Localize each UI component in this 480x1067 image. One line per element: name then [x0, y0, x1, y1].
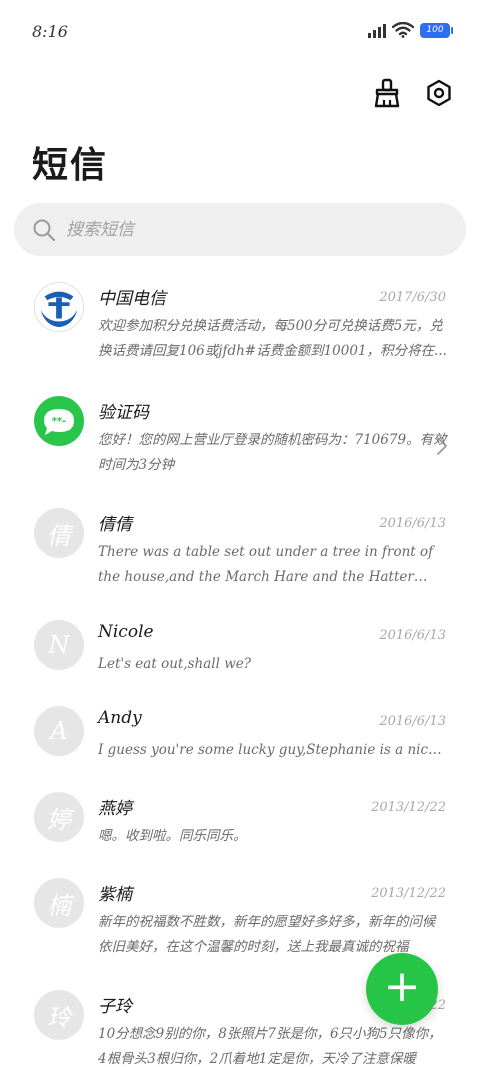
message-date: 2013/12/22 [371, 800, 446, 815]
new-message-button[interactable]: + [366, 953, 438, 1025]
broom-icon [374, 78, 400, 108]
chevron-right-icon [437, 437, 447, 455]
status-time: 8:16 [32, 22, 68, 41]
message-preview: 欢迎参加积分兑换话费活动，每500分可兑换话费5元，兑换话费请回复106或jfd… [98, 318, 447, 359]
battery-icon: 100 [420, 22, 453, 38]
clean-button[interactable] [370, 76, 404, 110]
avatar: 玲 [34, 990, 84, 1040]
message-preview: 您好！您的网上营业厅登录的随机密码为：710679。有效时间为3分钟 [98, 432, 447, 473]
conversation-item[interactable]: 婷 燕婷 2013/12/22 嗯。收到啦。同乐同乐。 [0, 780, 480, 880]
sms-bubble-icon: **- [34, 396, 84, 446]
avatar: 倩 [34, 508, 84, 558]
message-preview: I guess you're some lucky guy,Stephanie … [98, 742, 448, 758]
battery-level: 100 [426, 24, 444, 35]
message-date: 2016/6/13 [379, 628, 446, 643]
header-toolbar [370, 76, 456, 110]
conversation-item[interactable]: A Andy 2016/6/13 I guess you're some luc… [0, 694, 480, 794]
search-icon [33, 219, 56, 241]
conversation-item[interactable]: 倩 倩倩 2016/6/13 There was a table set out… [0, 496, 480, 596]
wifi-icon [392, 22, 414, 38]
settings-button[interactable] [422, 76, 456, 110]
telecom-logo-icon [34, 282, 84, 332]
contact-name: 子玲 [98, 997, 132, 1017]
message-preview: 10分想念9别的你，8张照片7张是你，6只小狗5只像你，4根骨头3根归你，2爪着… [98, 1026, 442, 1067]
conversation-item[interactable]: N Nicole 2016/6/13 Let's eat out,shall w… [0, 608, 480, 708]
message-date: 2016/6/13 [379, 516, 446, 531]
page-title: 短信 [32, 144, 109, 186]
contact-name: 燕婷 [98, 799, 132, 819]
search-input[interactable] [66, 219, 426, 240]
avatar: 婷 [34, 792, 84, 842]
avatar: A [34, 706, 84, 756]
message-preview: Let's eat out,shall we? [98, 656, 251, 672]
contact-name: Andy [98, 708, 142, 728]
status-icons: 100 [368, 22, 453, 38]
contact-name: 紫楠 [98, 885, 132, 905]
conversation-item[interactable]: **- 验证码 您好！您的网上营业厅登录的随机密码为：710679。有效时间为3… [0, 384, 480, 484]
message-date: 2013/12/22 [371, 886, 446, 901]
avatar: 楠 [34, 878, 84, 928]
conversation-item[interactable]: 中国电信 2017/6/30 欢迎参加积分兑换话费活动，每500分可兑换话费5元… [0, 270, 480, 370]
contact-name: 中国电信 [98, 289, 166, 309]
search-bar[interactable] [14, 203, 466, 256]
message-date: 2017/6/30 [379, 290, 446, 305]
plus-icon: + [383, 961, 421, 1012]
contact-name: Nicole [98, 622, 154, 642]
message-date: 2016/6/13 [379, 714, 446, 729]
status-bar: 8:16 100 [0, 0, 480, 64]
settings-hexagon-icon [427, 79, 451, 107]
avatar: N [34, 620, 84, 670]
contact-name: 倩倩 [98, 515, 132, 535]
message-preview: There was a table set out under a tree i… [98, 544, 434, 585]
svg-text:**-: **- [52, 416, 67, 427]
contact-name: 验证码 [98, 403, 149, 423]
conversation-item[interactable]: 楠 紫楠 2013/12/22 新年的祝福数不胜数，新年的愿望好多好多，新年的问… [0, 866, 480, 966]
signal-icon [368, 22, 386, 38]
message-preview: 嗯。收到啦。同乐同乐。 [98, 828, 247, 844]
